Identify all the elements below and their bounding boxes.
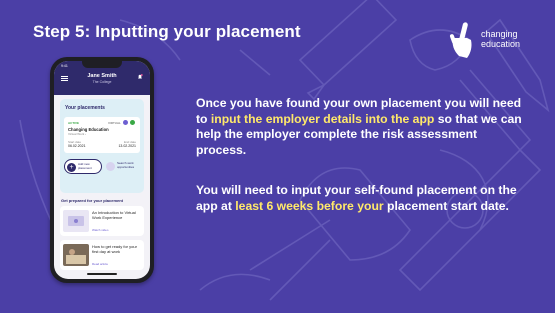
plus-icon: + xyxy=(67,162,76,172)
hand-icon xyxy=(449,22,472,58)
add-placement-label: Add new placement xyxy=(78,162,92,170)
slide-title: Step 5: Inputting your placement xyxy=(33,22,301,42)
paragraph-1-highlight: input the employer details into the app xyxy=(210,111,435,126)
logo-wordmark: changing education xyxy=(481,29,520,49)
get-prepared-heading: Get prepared for your placement xyxy=(61,198,124,203)
paragraph-2-highlight: least 6 weeks before your xyxy=(235,198,384,213)
placement-status-badge: ACTIVE xyxy=(68,121,80,125)
user-name: Jane Smith xyxy=(87,73,117,79)
placement-organisation-sub: Virtual Work › xyxy=(68,132,87,136)
instruction-paragraph-2: You will need to input your self-found p… xyxy=(196,183,526,214)
article-thumbnail xyxy=(63,244,89,266)
search-opportunities-button[interactable]: Search work opportunities xyxy=(106,159,142,174)
notification-bell-icon[interactable] xyxy=(137,74,143,80)
resource-link[interactable]: Read article xyxy=(92,262,108,266)
end-date: 13.02.2021 xyxy=(118,144,136,148)
phone-mockup: 9:41 Jane Smith The College Your placeme… xyxy=(50,57,154,283)
start-date: 06.02.2021 xyxy=(68,144,86,148)
phone-screen: 9:41 Jane Smith The College Your placeme… xyxy=(54,61,150,279)
resource-title: How to get ready for your first day at w… xyxy=(92,244,137,254)
paragraph-2-text-b: placement start date. xyxy=(383,198,509,213)
placements-panel: Your placements ACTIVE VIRTUAL Changing … xyxy=(60,99,144,193)
resource-title: An Introduction to Virtual Work Experien… xyxy=(92,210,136,220)
edit-icon[interactable] xyxy=(123,119,128,125)
search-opportunities-label: Search work opportunities xyxy=(117,161,135,169)
logo-line-1: changing xyxy=(481,29,518,39)
home-indicator xyxy=(87,273,117,275)
resource-link[interactable]: Watch video xyxy=(92,228,108,232)
resource-card[interactable]: An Introduction to Virtual Work Experien… xyxy=(60,206,144,236)
status-time: 9:41 xyxy=(61,64,68,68)
phone-notch xyxy=(82,61,122,68)
resource-card[interactable]: How to get ready for your first day at w… xyxy=(60,240,144,270)
placement-mode: VIRTUAL xyxy=(108,121,121,125)
instruction-paragraph-1: Once you have found your own placement y… xyxy=(196,96,526,158)
video-thumbnail xyxy=(63,210,89,232)
placement-card[interactable]: ACTIVE VIRTUAL Changing Education Virtua… xyxy=(64,117,140,153)
title-step: Step 5: xyxy=(33,22,91,41)
title-text: Inputting your placement xyxy=(90,22,301,41)
slide: Step 5: Inputting your placement changin… xyxy=(0,0,555,313)
search-icon xyxy=(106,162,115,171)
logo-line-2: education xyxy=(481,39,521,49)
add-placement-button[interactable]: + Add new placement xyxy=(64,159,102,174)
phone-icon[interactable] xyxy=(130,119,135,125)
changing-education-logo: changing education xyxy=(447,20,547,64)
your-placements-heading: Your placements xyxy=(65,105,105,111)
user-organisation: The College xyxy=(92,80,112,84)
